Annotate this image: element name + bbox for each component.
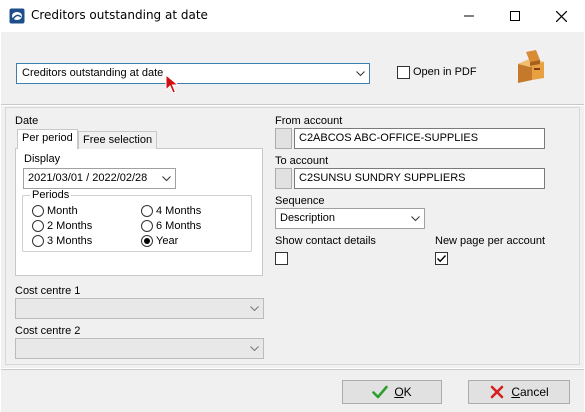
from-account-input[interactable]: C2ABCOS ABC-OFFICE-SUPPLIES <box>294 128 545 149</box>
cancel-button-label: Cancel <box>511 385 549 399</box>
chevron-down-icon <box>250 346 259 352</box>
radio-4-months-label: 4 Months <box>156 205 202 217</box>
open-in-pdf-checkbox[interactable] <box>397 66 410 79</box>
show-contact-details-checkbox[interactable] <box>275 252 288 265</box>
radio-3-months-label: 3 Months <box>47 235 93 247</box>
to-account-value: C2SUNSU SUNDRY SUPPLIERS <box>299 172 466 184</box>
periods-label: Periods <box>30 189 72 201</box>
cost-centre-2-label: Cost centre 2 <box>15 325 81 337</box>
new-page-per-account-checkbox[interactable] <box>435 252 448 265</box>
radio-3-months[interactable] <box>32 235 44 247</box>
chevron-down-icon <box>250 306 259 312</box>
radio-year-label: Year <box>156 235 179 247</box>
app-icon <box>9 8 25 24</box>
checkmark-icon <box>437 255 447 263</box>
radio-year[interactable] <box>141 235 153 247</box>
minimize-icon <box>464 15 474 17</box>
cancel-button[interactable]: Cancel <box>468 380 570 404</box>
chevron-down-icon <box>162 176 171 182</box>
cost-centre-1-label: Cost centre 1 <box>15 285 81 297</box>
radio-6-months[interactable] <box>141 220 153 232</box>
show-contact-details-label: Show contact details <box>275 235 376 247</box>
sequence-label: Sequence <box>275 195 325 207</box>
cost-centre-2-select[interactable] <box>15 338 264 359</box>
sequence-select[interactable]: Description <box>275 208 425 229</box>
radio-month[interactable] <box>32 205 44 217</box>
red-x-icon <box>491 385 504 399</box>
window-title: Creditors outstanding at date <box>31 8 208 22</box>
display-label: Display <box>24 153 61 165</box>
close-button[interactable] <box>538 0 584 32</box>
radio-6-months-label: 6 Months <box>156 220 202 232</box>
green-check-icon <box>372 385 389 399</box>
open-in-pdf-label: Open in PDF <box>413 66 477 78</box>
tab-free-selection[interactable]: Free selection <box>78 131 158 149</box>
radio-2-months-label: 2 Months <box>47 220 93 232</box>
report-select[interactable]: Creditors outstanding at date <box>16 63 370 84</box>
to-account-label: To account <box>275 155 329 167</box>
date-label: Date <box>15 115 39 127</box>
report-select-value: Creditors outstanding at date <box>22 67 164 79</box>
from-account-label: From account <box>275 115 343 127</box>
display-period-select[interactable]: 2021/03/01 / 2022/02/28 <box>23 168 176 189</box>
new-page-per-account-label: New page per account <box>435 235 546 247</box>
from-account-lookup-button[interactable] <box>275 128 292 149</box>
sequence-value: Description <box>280 212 336 224</box>
to-account-input[interactable]: C2SUNSU SUNDRY SUPPLIERS <box>294 168 545 189</box>
maximize-icon <box>510 11 520 21</box>
ok-button-label: OK <box>394 385 412 399</box>
to-account-lookup-button[interactable] <box>275 168 292 189</box>
ok-button[interactable]: OK <box>342 380 442 404</box>
tab-per-period[interactable]: Per period <box>17 129 78 149</box>
chevron-down-icon <box>411 216 420 222</box>
close-icon <box>555 10 567 22</box>
maximize-button[interactable] <box>492 0 538 32</box>
from-account-value: C2ABCOS ABC-OFFICE-SUPPLIES <box>299 132 479 144</box>
display-period-value: 2021/03/01 / 2022/02/28 <box>28 172 148 184</box>
mouse-cursor-icon <box>165 74 179 94</box>
radio-month-label: Month <box>47 205 78 217</box>
radio-2-months[interactable] <box>32 220 44 232</box>
exit-door-icon[interactable] <box>512 50 548 84</box>
chevron-down-icon <box>356 71 365 77</box>
minimize-button[interactable] <box>446 0 492 32</box>
radio-4-months[interactable] <box>141 205 153 217</box>
cost-centre-1-select[interactable] <box>15 298 264 319</box>
